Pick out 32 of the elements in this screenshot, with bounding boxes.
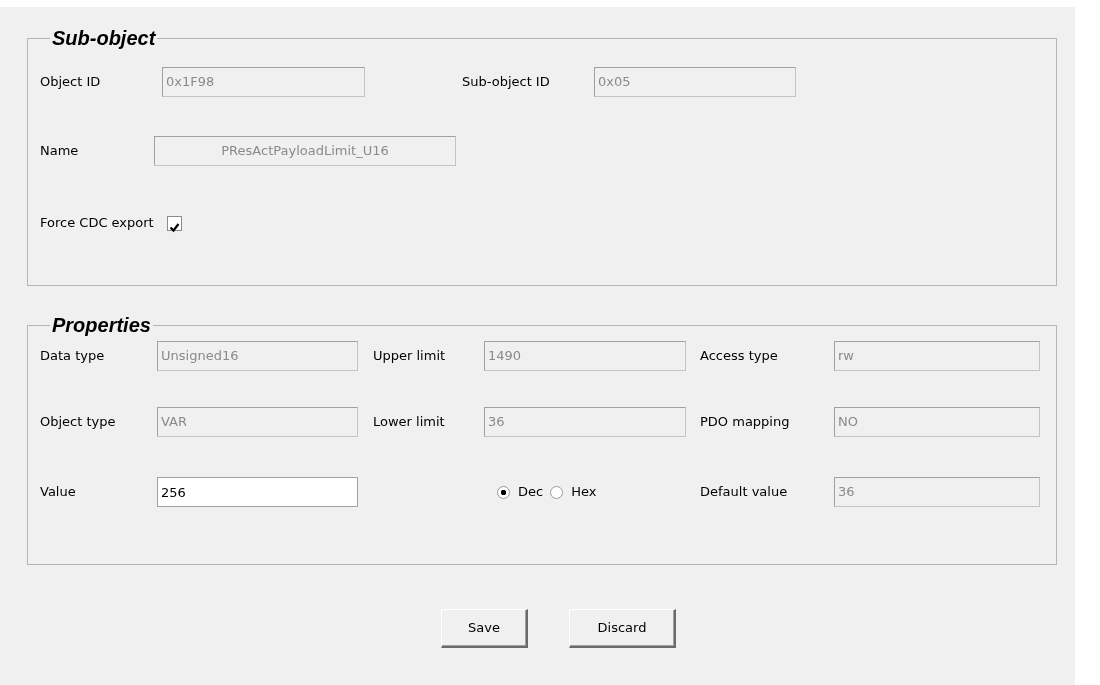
read-only-field[interactable]: 36 bbox=[834, 477, 1040, 507]
radio-label: Dec bbox=[518, 483, 544, 502]
read-only-field[interactable]: 0x1F98 bbox=[162, 67, 365, 97]
field-label: Object type bbox=[40, 413, 117, 432]
field-label: Upper limit bbox=[373, 347, 447, 366]
read-only-field[interactable]: Unsigned16 bbox=[157, 341, 358, 371]
checkbox-label: Force CDC export bbox=[40, 214, 154, 233]
radio-label: Hex bbox=[571, 483, 597, 502]
field-label: Name bbox=[40, 142, 80, 161]
field-label: PDO mapping bbox=[700, 413, 791, 432]
dialog-button[interactable]: Discard bbox=[569, 609, 676, 648]
group-title: Properties bbox=[51, 313, 152, 337]
checkbox[interactable] bbox=[166, 215, 182, 231]
field-label: Object ID bbox=[40, 73, 102, 92]
field-label: Sub-object ID bbox=[462, 73, 551, 92]
read-only-field[interactable]: 1490 bbox=[484, 341, 686, 371]
read-only-field[interactable]: PResActPayloadLimit_U16 bbox=[154, 136, 456, 166]
read-only-field[interactable]: 0x05 bbox=[594, 67, 796, 97]
read-only-field[interactable]: NO bbox=[834, 407, 1040, 437]
read-only-field[interactable]: rw bbox=[834, 341, 1040, 371]
read-only-field[interactable]: 36 bbox=[484, 407, 686, 437]
field-label: Default value bbox=[700, 483, 789, 502]
radio-button[interactable] bbox=[550, 485, 564, 499]
value-field[interactable]: 256 bbox=[157, 477, 358, 507]
field-label: Access type bbox=[700, 347, 779, 366]
read-only-field[interactable]: VAR bbox=[157, 407, 358, 437]
field-label: Data type bbox=[40, 347, 106, 366]
group-title: Sub-object bbox=[51, 26, 157, 50]
radio-button[interactable] bbox=[497, 485, 510, 499]
field-label: Lower limit bbox=[373, 413, 446, 432]
field-label: Value bbox=[40, 483, 77, 502]
dialog-button[interactable]: Save bbox=[441, 609, 528, 648]
